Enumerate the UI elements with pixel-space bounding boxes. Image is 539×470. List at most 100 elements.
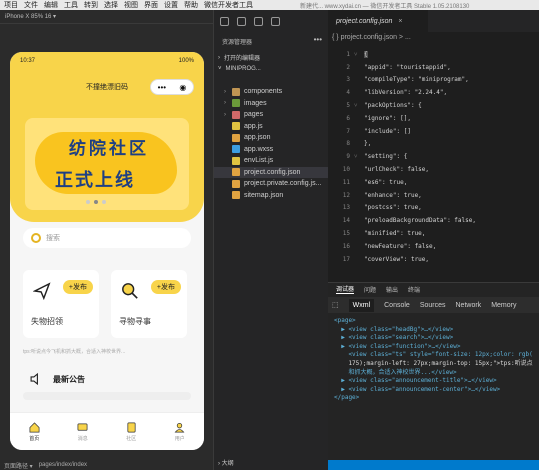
code-line[interactable]: 15 "minified": true, xyxy=(328,227,539,240)
fold-icon[interactable]: ˅ xyxy=(354,102,364,109)
inspect-icon[interactable]: ⬚ xyxy=(332,301,339,309)
tab-label: 社区 xyxy=(126,435,137,442)
code-text: }, xyxy=(364,140,372,148)
menu-item[interactable]: 微信开发者工具 xyxy=(204,0,253,10)
project-label: MINIPROG... xyxy=(225,66,261,72)
tab-message[interactable]: 消息 xyxy=(77,422,88,442)
files-icon[interactable] xyxy=(220,16,229,26)
device-select[interactable]: iPhone X 85% 16 ▾ xyxy=(5,13,56,20)
tab-problems[interactable]: 问题 xyxy=(364,285,376,294)
extensions-icon[interactable] xyxy=(271,16,280,26)
line-number: 5 xyxy=(346,102,350,110)
outline-section[interactable]: › 大纲 xyxy=(218,458,234,467)
tab-user[interactable]: 用户 xyxy=(174,422,185,442)
tab-network[interactable]: Network xyxy=(456,302,482,309)
code-line[interactable]: 17 "coverView": true, xyxy=(328,253,539,266)
code-line[interactable]: 13 "postcss": true, xyxy=(328,202,539,215)
wxml-node[interactable]: 175);margin-left: 27px;margin-top: 15px;… xyxy=(334,360,539,369)
folder-icon xyxy=(232,110,240,119)
menu-item[interactable]: 工具 xyxy=(64,0,78,10)
source-control-icon[interactable] xyxy=(254,16,263,26)
code-line[interactable]: 10 "urlCheck": false, xyxy=(328,163,539,176)
publish-button[interactable]: +发布 xyxy=(150,280,181,294)
devtools-window: 项目 文件 编辑 工具 转到 选择 视图 界面 设置 帮助 微信开发者工具 新建… xyxy=(0,0,539,470)
tab-wxml[interactable]: Wxml xyxy=(348,298,375,312)
code-line[interactable]: 4 "libVersion": "2.24.4", xyxy=(328,86,539,99)
close-icon[interactable]: × xyxy=(398,18,402,25)
capsule-menu[interactable]: ••• ◉ xyxy=(150,79,194,95)
code-line[interactable]: 12 "enhance": true, xyxy=(328,189,539,202)
code-line[interactable]: 11 "es6": true, xyxy=(328,176,539,189)
wxml-node[interactable]: <page> xyxy=(334,317,539,326)
menu-item[interactable]: 项目 xyxy=(4,0,18,10)
tab-terminal[interactable]: 终端 xyxy=(408,285,420,294)
tree-file[interactable]: app.js xyxy=(214,121,329,133)
menu-item[interactable]: 转到 xyxy=(84,0,98,10)
menu-item[interactable]: 编辑 xyxy=(44,0,58,10)
tab-community[interactable]: 社区 xyxy=(126,422,137,442)
wxml-node[interactable]: ▶ <view class="announcement-center">…</v… xyxy=(334,386,539,395)
close-circle-icon[interactable]: ◉ xyxy=(179,83,186,92)
tab-memory[interactable]: Memory xyxy=(491,302,516,309)
search-input[interactable]: 搜索 xyxy=(23,228,191,248)
code-editor: project.config.json × { } project.config… xyxy=(328,10,539,282)
tab-output[interactable]: 输出 xyxy=(386,285,398,294)
code-line[interactable]: 8}, xyxy=(328,138,539,151)
open-editors-section[interactable]: › 打开的编辑器 xyxy=(218,53,260,63)
code-line[interactable]: 9 ˅ "setting": { xyxy=(328,150,539,163)
menu-item[interactable]: 设置 xyxy=(164,0,178,10)
wxml-node[interactable]: ▶ <view class="announcement-title">…</vi… xyxy=(334,377,539,386)
code-line[interactable]: 3 "compileType": "miniprogram", xyxy=(328,74,539,87)
code-line[interactable]: 5 ˅ "packOptions": { xyxy=(328,99,539,112)
code-line[interactable]: 16 "newFeature": false, xyxy=(328,240,539,253)
menu-item[interactable]: 视图 xyxy=(124,0,138,10)
tree-folder[interactable]: › components xyxy=(214,86,329,98)
tree-file[interactable]: project.private.config.js... xyxy=(214,178,329,190)
wxml-node[interactable]: </page> xyxy=(334,394,539,403)
fold-icon[interactable]: ˅ xyxy=(354,153,364,160)
wxml-node[interactable]: ▶ <view class="headBg">…</view> xyxy=(334,326,539,335)
breadcrumb[interactable]: { } project.config.json > ... xyxy=(332,34,411,41)
line-number: 12 xyxy=(342,191,350,199)
explorer-more-icon[interactable]: ••• xyxy=(314,35,322,44)
menu-item[interactable]: 选择 xyxy=(104,0,118,10)
debugger-panel: 调试器 问题 输出 终端 ⬚ Wxml Console Sources Netw… xyxy=(328,282,539,460)
tree-file[interactable]: project.config.json xyxy=(214,166,329,178)
menu-item[interactable]: 界面 xyxy=(144,0,158,10)
tree-folder[interactable]: › images xyxy=(214,98,329,110)
search-icon[interactable] xyxy=(237,16,246,26)
wxml-node[interactable]: ▶ <view class="function">…</view> xyxy=(334,343,539,352)
editor-tab-active[interactable]: project.config.json × xyxy=(328,10,428,32)
tree-file[interactable]: envList.js xyxy=(214,155,329,167)
lost-found-card[interactable]: +发布 失物招领 xyxy=(23,270,99,338)
code-line[interactable]: 6 "ignore": [], xyxy=(328,112,539,125)
publish-button[interactable]: +发布 xyxy=(62,280,93,294)
project-section[interactable]: ˅ MINIPROG... xyxy=(218,66,261,72)
wxml-tree[interactable]: <page> ▶ <view class="headBg">…</view> ▶… xyxy=(334,317,539,403)
tab-sources[interactable]: Sources xyxy=(420,302,446,309)
menu-item[interactable]: 帮助 xyxy=(184,0,198,10)
menu-item[interactable]: 文件 xyxy=(24,0,38,10)
tree-file[interactable]: app.wxss xyxy=(214,144,329,156)
tab-console[interactable]: Console xyxy=(384,302,410,309)
tree-file[interactable]: app.json xyxy=(214,132,329,144)
code-line[interactable]: 14 "preloadBackgroundData": false, xyxy=(328,214,539,227)
page-path-label[interactable]: 页面路径 ▾ xyxy=(4,461,33,470)
code-line[interactable]: 7 "include": [] xyxy=(328,125,539,138)
file-icon xyxy=(232,168,240,177)
more-icon[interactable]: ••• xyxy=(158,83,166,92)
banner[interactable]: 纺院社区 正式上线 xyxy=(25,118,189,210)
tree-folder[interactable]: › pages xyxy=(214,109,329,121)
wxml-node[interactable]: 和抓大概，合适入神校世界...</view> xyxy=(334,369,539,378)
wxml-node[interactable]: ▶ <view class="search">…</view> xyxy=(334,334,539,343)
tab-debugger[interactable]: 调试器 xyxy=(336,284,355,294)
tab-home[interactable]: 首页 xyxy=(29,421,40,442)
fold-icon[interactable]: ˅ xyxy=(354,51,364,58)
wxml-node[interactable]: <view class="ts" style="font-size: 12px;… xyxy=(334,351,539,360)
file-tree: › components › images › pages app.js app.json ap… xyxy=(214,86,329,201)
tree-file[interactable]: sitemap.json xyxy=(214,190,329,202)
code-line[interactable]: 2 "appid": "touristappid", xyxy=(328,61,539,74)
search-item-card[interactable]: +发布 寻物寻事 xyxy=(111,270,187,338)
code-lines[interactable]: 1 ˅{2 "appid": "touristappid", 3 "compileTyp… xyxy=(328,48,539,266)
code-line[interactable]: 1 ˅{ xyxy=(328,48,539,61)
